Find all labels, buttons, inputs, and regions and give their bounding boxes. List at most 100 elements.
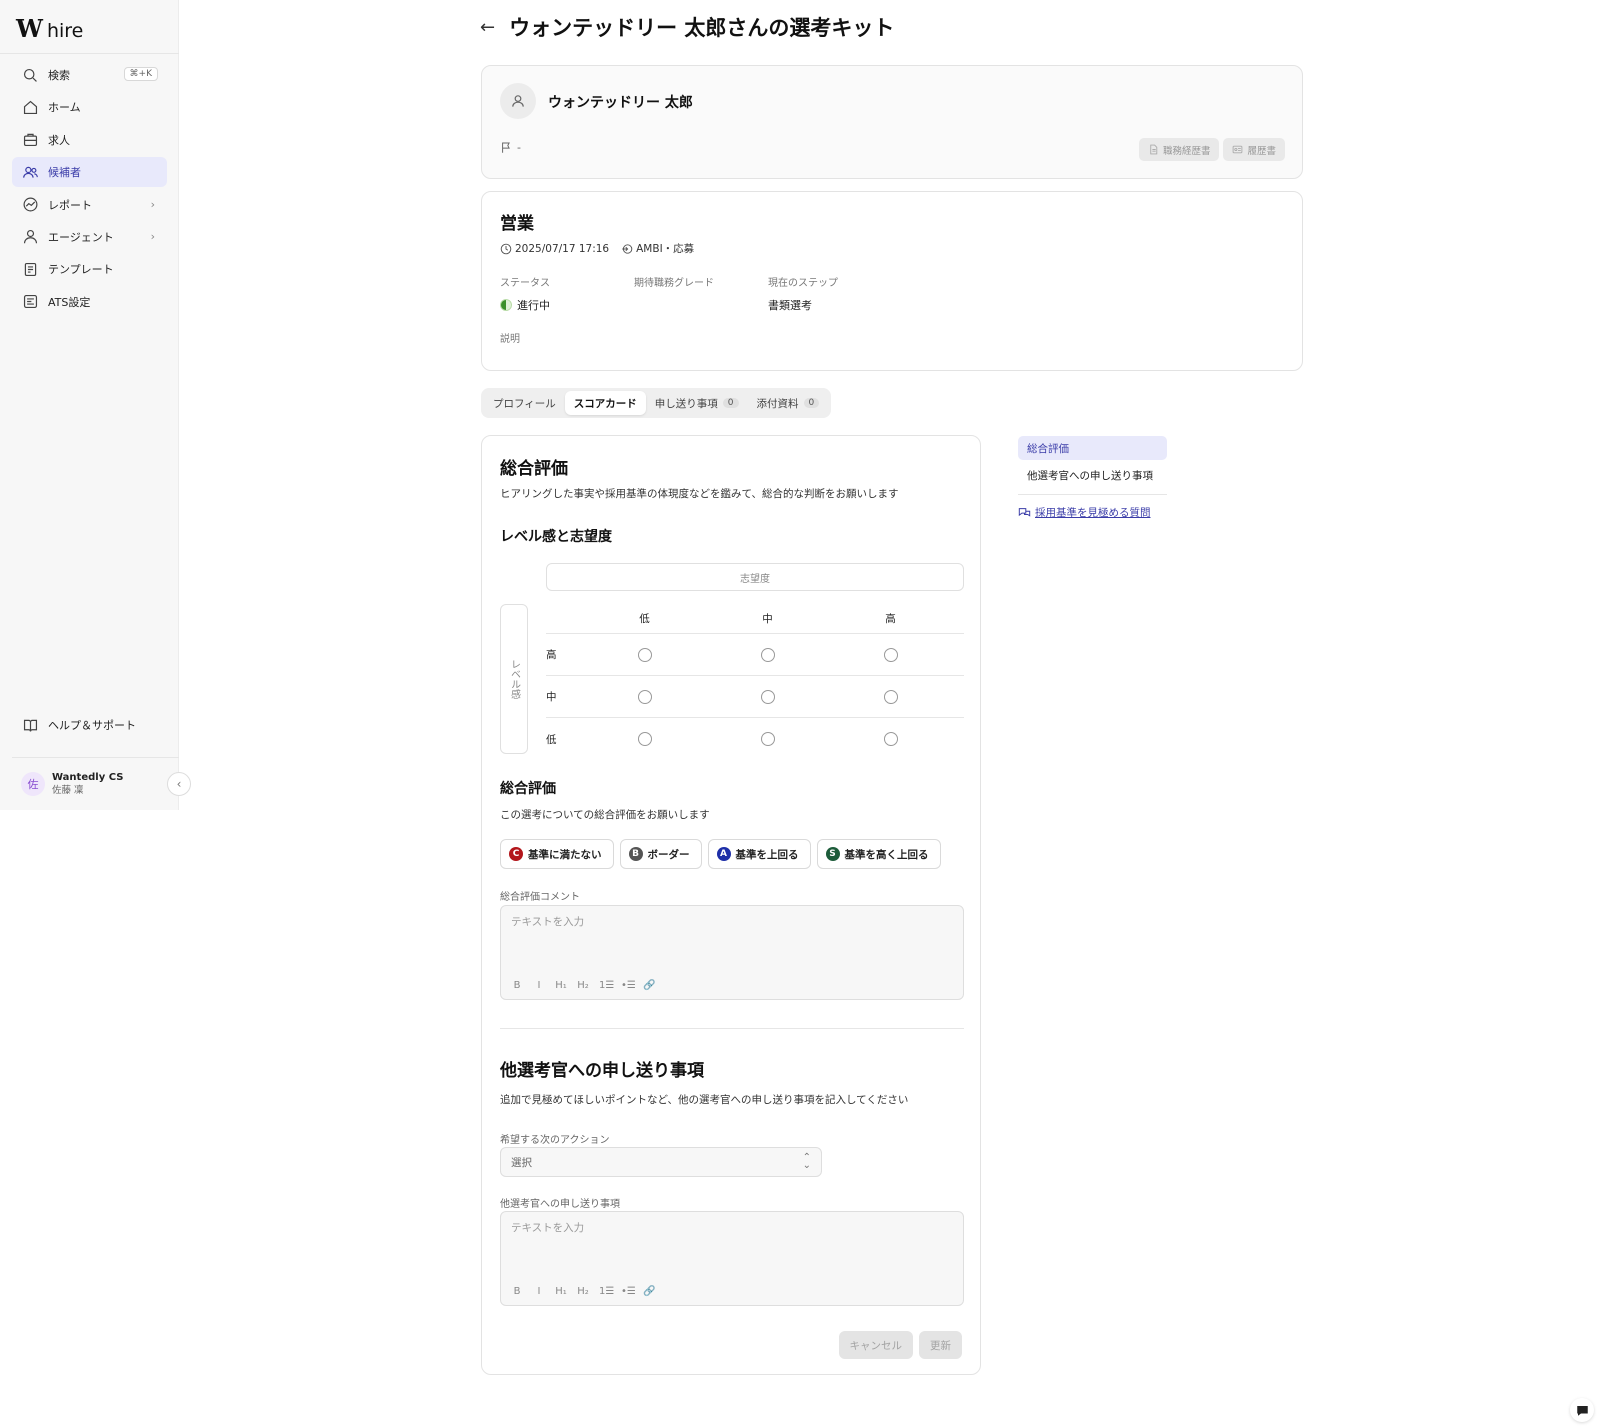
handover-editor[interactable]: テキストを入力 B I H₁ H₂ 1☰ •☰ 🔗	[500, 1211, 964, 1306]
matrix-row-axis: レベル感	[500, 604, 528, 754]
help-label: ヘルプ＆サポート	[48, 719, 136, 732]
italic-icon[interactable]: I	[533, 1286, 545, 1297]
matrix-col-header: 高	[885, 613, 896, 625]
job-card: 営業 2025/07/17 17:16 AMBI・応募 ステータス 進行中 期待…	[481, 191, 1303, 371]
sidebar-item-agents[interactable]: エージェント ›	[12, 222, 167, 252]
handover-title: 他選考官への申し送り事項	[500, 1061, 704, 1081]
handover-placeholder: テキストを入力	[511, 1222, 585, 1234]
bullet-list-icon[interactable]: •☰	[621, 980, 636, 991]
matrix-row: 中	[546, 676, 964, 718]
chart-icon	[21, 196, 39, 214]
heading1-icon[interactable]: H₁	[555, 1286, 567, 1297]
italic-icon[interactable]: I	[533, 980, 545, 991]
chat-support-button[interactable]	[1570, 1398, 1594, 1422]
matrix-col-header: 中	[762, 613, 773, 625]
flag-icon	[502, 142, 510, 153]
comment-editor[interactable]: テキストを入力 B I H₁ H₂ 1☰ •☰ 🔗	[500, 905, 964, 1000]
heading2-icon[interactable]: H₂	[577, 980, 589, 991]
sidebar-item-home[interactable]: ホーム	[12, 92, 167, 122]
matrix-radio[interactable]	[883, 732, 898, 746]
brand-mark: W	[16, 14, 43, 43]
anchor-overall[interactable]: 総合評価	[1018, 436, 1167, 460]
shortcut-badge: ⌘+K	[123, 67, 158, 81]
tab-handover[interactable]: 申し送り事項 0	[646, 391, 748, 415]
update-button[interactable]: 更新	[919, 1331, 962, 1359]
status-field: ステータス 進行中	[500, 274, 634, 313]
matrix-radio[interactable]	[883, 689, 898, 704]
sidebar-divider	[0, 53, 179, 54]
rating-description: この選考についての総合評価をお願いします	[500, 809, 710, 821]
matrix-radio[interactable]	[637, 732, 652, 746]
sidebar-item-candidates[interactable]: 候補者	[12, 157, 167, 188]
sidebar-item-reports[interactable]: レポート ›	[12, 190, 167, 220]
matrix-radio[interactable]	[637, 647, 652, 662]
matrix-radio[interactable]	[760, 647, 775, 662]
flag-value: -	[517, 141, 521, 154]
book-icon	[21, 716, 39, 734]
sidebar-item-jobs[interactable]: 求人	[12, 125, 167, 155]
tab-scorecard[interactable]: スコアカード	[564, 391, 646, 415]
tab-label: 申し送り事項	[654, 397, 718, 410]
status-text: 進行中	[517, 299, 550, 312]
grade-label: ボーダー	[647, 848, 690, 861]
sidebar-item-search[interactable]: 検索 ⌘+K	[12, 60, 167, 90]
bold-icon[interactable]: B	[511, 980, 523, 991]
candidate-card: ウォンテッドリー 太郎 - 職務経歴書 履歴書	[481, 65, 1303, 179]
step-value: 書類選考	[768, 299, 812, 312]
tab-label: スコアカード	[573, 397, 637, 410]
matrix-radio[interactable]	[760, 732, 775, 746]
grade-c-button[interactable]: C 基準に満たない	[500, 839, 614, 869]
collapse-sidebar-button[interactable]: ‹	[167, 772, 191, 796]
resume-button[interactable]: 履歴書	[1223, 138, 1285, 161]
document-buttons: 職務経歴書 履歴書	[1138, 138, 1285, 161]
matrix-radio[interactable]	[883, 647, 898, 662]
matrix-column-axis: 志望度	[546, 563, 964, 591]
heading2-icon[interactable]: H₂	[577, 1286, 589, 1297]
tab-profile[interactable]: プロフィール	[484, 391, 565, 415]
login-icon	[622, 243, 633, 254]
grade-b-button[interactable]: B ボーダー	[619, 839, 702, 869]
next-action-select[interactable]: 選択 ⌃ ⌄	[500, 1147, 822, 1177]
link-icon[interactable]: 🔗	[643, 980, 655, 991]
sidebar-item-label: ホーム	[48, 101, 81, 115]
sidebar-item-templates[interactable]: テンプレート	[12, 254, 167, 284]
sidebar-item-ats-settings[interactable]: ATS設定	[12, 287, 167, 317]
matrix-radio[interactable]	[760, 689, 775, 704]
brand-logo[interactable]: W hire	[16, 14, 83, 43]
search-icon	[21, 66, 39, 84]
help-support-link[interactable]: ヘルプ＆サポート	[21, 716, 136, 734]
bullet-list-icon[interactable]: •☰	[621, 1286, 636, 1297]
ordered-list-icon[interactable]: 1☰	[599, 980, 614, 991]
matrix-row: 高	[546, 634, 964, 676]
job-datetime: 2025/07/17 17:16	[500, 243, 609, 255]
settings-icon	[21, 293, 39, 311]
ordered-list-icon[interactable]: 1☰	[599, 1286, 614, 1297]
tab-attachments[interactable]: 添付資料 0	[748, 391, 829, 415]
candidate-flag[interactable]: -	[500, 141, 521, 154]
count-badge: 0	[722, 398, 739, 408]
link-icon[interactable]: 🔗	[643, 1286, 655, 1297]
sidebar-item-label: 候補者	[48, 166, 81, 180]
cancel-button[interactable]: キャンセル	[838, 1331, 913, 1359]
anchor-handover[interactable]: 他選考官への申し送り事項	[1018, 463, 1167, 487]
grade-label: 基準に満たない	[528, 848, 602, 861]
page-title: ウォンテッドリー 太郎さんの選考キット	[509, 16, 895, 40]
heading1-icon[interactable]: H₁	[555, 980, 567, 991]
bold-icon[interactable]: B	[511, 1286, 523, 1297]
form-actions: キャンセル 更新	[838, 1331, 962, 1359]
work-history-button[interactable]: 職務経歴書	[1138, 138, 1220, 161]
step-field: 現在のステップ 書類選考	[768, 274, 902, 313]
back-arrow-icon[interactable]: ←	[480, 17, 495, 38]
grade-a-button[interactable]: A 基準を上回る	[707, 839, 811, 869]
account-switcher[interactable]: 佐 Wantedly CS 佐藤 凜	[21, 771, 123, 797]
comment-placeholder: テキストを入力	[511, 916, 585, 928]
comment-label: 総合評価コメント	[500, 892, 580, 903]
criteria-questions-link[interactable]: 採用基準を見極める質問	[1018, 505, 1167, 520]
work-history-label: 職務経歴書	[1162, 145, 1211, 157]
grade-s-button[interactable]: S 基準を高く上回る	[816, 839, 941, 869]
matrix-row: 低	[546, 718, 964, 760]
criteria-link-label: 採用基準を見極める質問	[1035, 507, 1151, 519]
matrix-col-header: 低	[639, 613, 650, 625]
matrix-radio[interactable]	[637, 689, 652, 704]
account-divider	[12, 757, 179, 758]
